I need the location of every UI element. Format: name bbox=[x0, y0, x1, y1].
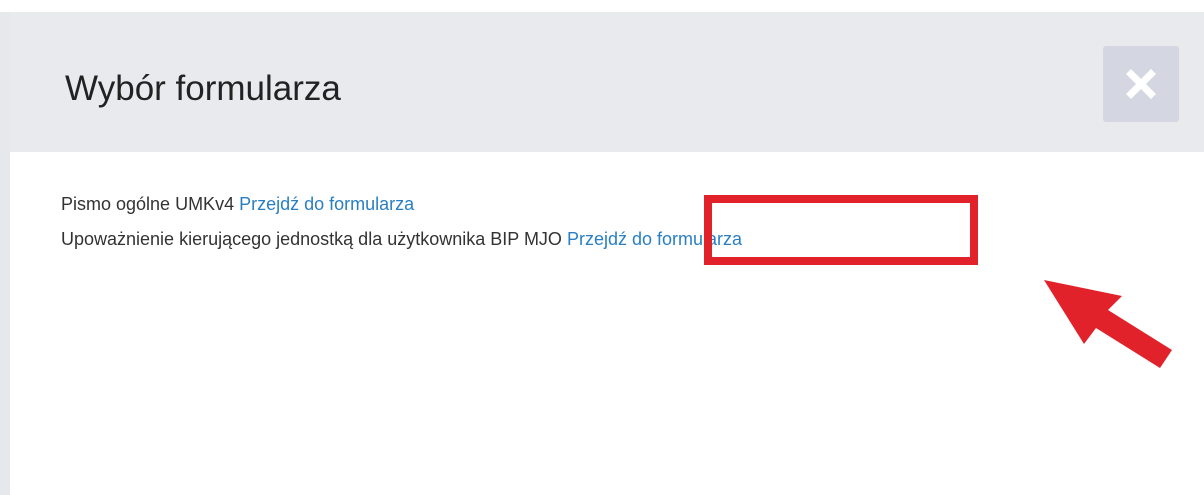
form-name: Upoważnienie kierującego jednostką dla u… bbox=[61, 229, 562, 249]
close-button[interactable] bbox=[1103, 46, 1179, 122]
open-form-link[interactable]: Przejdź do formularza bbox=[239, 194, 414, 214]
open-form-link[interactable]: Przejdź do formularza bbox=[567, 229, 742, 249]
modal-body: Pismo ogólne UMKv4 Przejdź do formularza… bbox=[10, 152, 1204, 495]
form-item: Pismo ogólne UMKv4 Przejdź do formularza bbox=[61, 193, 414, 215]
form-item: Upoważnienie kierującego jednostką dla u… bbox=[61, 228, 742, 250]
backdrop-edge bbox=[0, 12, 10, 495]
close-icon bbox=[1126, 69, 1156, 99]
modal-title: Wybór formularza bbox=[65, 69, 341, 108]
top-strip bbox=[0, 0, 1204, 12]
form-selection-modal: Wybór formularza Pismo ogólne UMKv4 Prze… bbox=[10, 12, 1204, 495]
red-arrow-icon bbox=[1044, 280, 1172, 368]
modal-header: Wybór formularza bbox=[10, 12, 1204, 152]
form-name: Pismo ogólne UMKv4 bbox=[61, 194, 235, 214]
page: Wybór formularza Pismo ogólne UMKv4 Prze… bbox=[0, 0, 1204, 495]
